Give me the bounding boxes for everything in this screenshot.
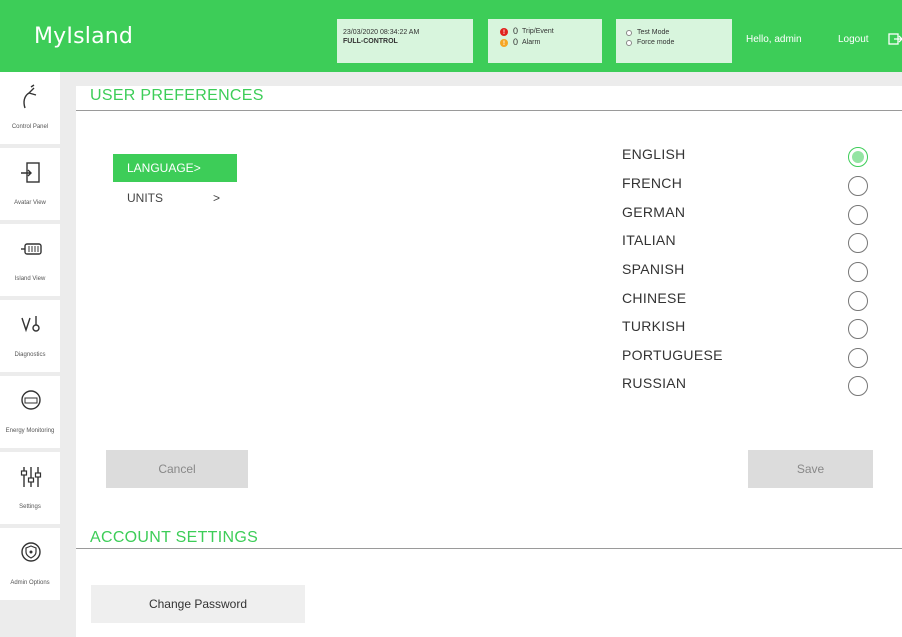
category-label: LANGUAGE [127, 161, 194, 175]
language-option-label: GERMAN [622, 204, 686, 220]
sidebar-item-energy-monitoring[interactable]: Energy Monitoring [0, 376, 60, 450]
language-option-label: ITALIAN [622, 232, 676, 248]
language-option-label: FRENCH [622, 175, 683, 191]
sidebar-label: Island View [14, 276, 46, 282]
test-mode-option[interactable]: Test Mode [626, 28, 732, 38]
language-radio-russian[interactable] [848, 376, 868, 396]
save-button[interactable]: Save [748, 450, 873, 488]
language-radio-english[interactable] [848, 147, 868, 167]
sidebar-item-control-panel[interactable]: Control Panel [0, 72, 60, 146]
main-panel: USER PREFERENCES LANGUAGE> UNITS > ENGLI… [76, 86, 902, 637]
cancel-button[interactable]: Cancel [106, 450, 248, 488]
language-radio-turkish[interactable] [848, 319, 868, 339]
admin-options-icon [21, 542, 41, 562]
user-greeting: Hello, admin [746, 34, 802, 45]
control-mode: FULL-CONTROL [343, 38, 398, 45]
trip-count: 0 [513, 26, 519, 36]
modes-panel: Test Mode Force mode [616, 19, 732, 63]
sidebar-label: Admin Options [10, 580, 50, 586]
datetime-value: 23/03/2020 08:34:22 AM [343, 29, 420, 36]
sidebar: Control Panel Avatar View Island View Di… [0, 72, 60, 637]
section-divider [76, 110, 902, 111]
sidebar-label: Settings [19, 504, 41, 510]
alarm-count: 0 [513, 37, 519, 47]
language-radio-chinese[interactable] [848, 291, 868, 311]
sidebar-label: Control Panel [11, 124, 49, 130]
category-label: UNITS [127, 191, 163, 205]
sidebar-item-diagnostics[interactable]: Diagnostics [0, 300, 60, 374]
sidebar-label: Avatar View [14, 200, 46, 206]
trip-alert-icon [500, 27, 508, 39]
language-option-label: ENGLISH [622, 146, 686, 162]
language-option-label: TURKISH [622, 318, 686, 334]
language-option-label: CHINESE [622, 290, 687, 306]
events-panel[interactable]: 0 Trip/Event 0 Alarm [488, 19, 602, 63]
energy-monitoring-icon [21, 390, 41, 410]
diagnostics-icon [21, 316, 40, 333]
language-radio-french[interactable] [848, 176, 868, 196]
force-mode-label: Force mode [637, 39, 675, 46]
force-mode-option[interactable]: Force mode [626, 38, 732, 48]
datetime-panel: 23/03/2020 08:34:22 AM FULL-CONTROL [337, 19, 473, 63]
control-panel-icon [23, 84, 37, 109]
user-preferences-title: USER PREFERENCES [90, 87, 264, 104]
alarm-label: Alarm [522, 39, 541, 46]
top-header: MyIsland 23/03/2020 08:34:22 AM FULL-CON… [0, 0, 902, 72]
category-units[interactable]: UNITS > [113, 184, 237, 212]
section-divider [76, 548, 902, 549]
language-radio-portuguese[interactable] [848, 348, 868, 368]
language-option-label: PORTUGUESE [622, 347, 723, 363]
alarm-alert-icon [500, 38, 508, 50]
language-radio-spanish[interactable] [848, 262, 868, 282]
category-language[interactable]: LANGUAGE> [113, 154, 237, 182]
test-mode-label: Test Mode [637, 29, 670, 36]
language-radio-italian[interactable] [848, 233, 868, 253]
logout-icon[interactable] [888, 32, 902, 46]
force-mode-radio[interactable] [626, 40, 632, 46]
sidebar-item-settings[interactable]: Settings [0, 452, 60, 526]
test-mode-radio[interactable] [626, 30, 632, 36]
sidebar-label: Energy Monitoring [5, 428, 55, 434]
avatar-view-icon [21, 162, 40, 183]
language-option-label: RUSSIAN [622, 375, 687, 391]
sidebar-label: Diagnostics [14, 352, 46, 358]
language-option-label: SPANISH [622, 261, 685, 277]
change-password-button[interactable]: Change Password [91, 585, 305, 623]
sidebar-item-island-view[interactable]: Island View [0, 224, 60, 298]
island-view-icon [21, 243, 42, 255]
logout-link[interactable]: Logout [838, 34, 869, 45]
chevron-right-icon: > [213, 191, 221, 205]
sidebar-item-admin-options[interactable]: Admin Options [0, 528, 60, 602]
account-settings-title: ACCOUNT SETTINGS [90, 529, 259, 546]
language-radio-german[interactable] [848, 205, 868, 225]
chevron-right-icon: > [193, 161, 201, 175]
trip-label: Trip/Event [522, 28, 554, 35]
settings-icon [20, 467, 42, 487]
app-brand: MyIsland [34, 24, 134, 49]
sidebar-item-avatar-view[interactable]: Avatar View [0, 148, 60, 222]
